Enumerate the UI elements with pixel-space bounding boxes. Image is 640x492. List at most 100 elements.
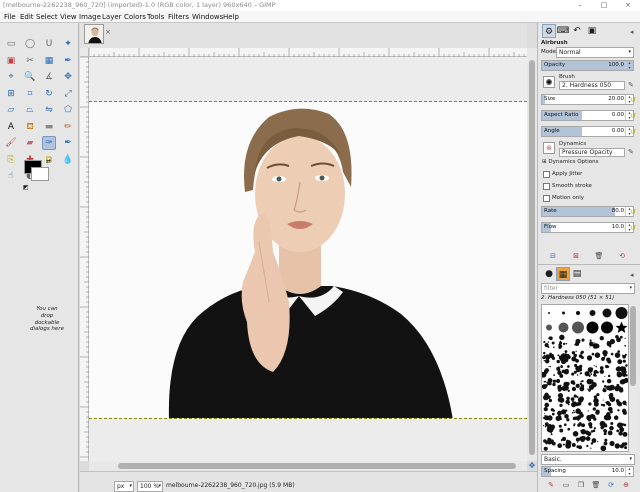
- brush-preview[interactable]: [543, 76, 555, 88]
- duplicate-brush-icon[interactable]: ❐: [576, 480, 586, 490]
- brushes-tab-icon[interactable]: ●: [542, 267, 556, 281]
- move-icon[interactable]: ✥: [61, 70, 75, 84]
- foreground-select-icon[interactable]: ▦: [42, 54, 56, 68]
- edit-brush-button-icon[interactable]: ✎: [546, 480, 556, 490]
- vertical-ruler[interactable]: [80, 56, 89, 461]
- flip-icon[interactable]: ⇋: [42, 103, 56, 117]
- reset-angle-icon[interactable]: ↺: [629, 128, 637, 136]
- brush-field[interactable]: 2. Hardness 050: [559, 81, 625, 90]
- edit-brush-icon[interactable]: ✎: [628, 81, 634, 89]
- canvas-area[interactable]: [89, 57, 527, 461]
- brush-tag-select[interactable]: Basic. ▾: [541, 454, 635, 465]
- navigate-icon[interactable]: ✥: [527, 461, 537, 471]
- measure-icon[interactable]: ∡: [42, 70, 56, 84]
- tab-close-icon[interactable]: ×: [105, 28, 115, 38]
- perspective-icon[interactable]: ⏢: [23, 103, 37, 117]
- menu-select[interactable]: Select: [36, 11, 58, 23]
- brush-scroll-thumb[interactable]: [630, 306, 636, 386]
- fuzzy-select-icon[interactable]: ✦: [61, 37, 75, 51]
- swap-colors-icon[interactable]: ⇄: [46, 158, 51, 165]
- undo-history-tab-icon[interactable]: ↶: [570, 24, 584, 38]
- rect-select-icon[interactable]: ▭: [4, 37, 18, 51]
- unit-select[interactable]: px ▾: [114, 481, 134, 492]
- dock-menu-icon[interactable]: ◂: [630, 28, 634, 36]
- reset-options-icon[interactable]: ⟲: [617, 251, 627, 261]
- refresh-brushes-icon[interactable]: ⟳: [606, 480, 616, 490]
- shear-icon[interactable]: ▱: [4, 103, 18, 117]
- images-tab-icon[interactable]: ▣: [585, 24, 599, 38]
- spin-icon[interactable]: ▴ ▾: [625, 466, 633, 476]
- cage-icon[interactable]: ⬠: [61, 103, 75, 117]
- maximize-button[interactable]: □: [592, 0, 616, 11]
- delete-brush-icon[interactable]: 🗑: [591, 480, 601, 490]
- aspect-ratio-slider[interactable]: Aspect Ratio 0.00 ▴ ▾: [541, 110, 634, 121]
- delete-options-icon[interactable]: 🗑: [594, 251, 604, 261]
- eraser-icon[interactable]: ▰: [23, 136, 37, 150]
- dynamics-field[interactable]: Pressure Opacity: [559, 148, 625, 157]
- brush-filter-select[interactable]: filter ▾: [541, 283, 635, 294]
- default-colors-icon[interactable]: ◩: [23, 184, 29, 191]
- zoom-icon[interactable]: 🔍: [23, 70, 37, 84]
- dynamics-options-expander[interactable]: ⊞ Dynamics Options: [542, 159, 598, 165]
- menu-windows[interactable]: Windows: [192, 11, 223, 23]
- new-brush-icon[interactable]: ▭: [561, 480, 571, 490]
- menu-file[interactable]: File: [4, 11, 16, 23]
- blend-icon[interactable]: ▬: [42, 120, 56, 134]
- spin-icon[interactable]: ▴ ▾: [625, 60, 633, 70]
- gradients-tab-icon[interactable]: ▤: [570, 267, 584, 281]
- brushes-menu-icon[interactable]: ◂: [630, 271, 634, 279]
- paths-icon[interactable]: ✒: [61, 54, 75, 68]
- image-canvas[interactable]: [89, 101, 527, 419]
- menu-colors[interactable]: Colors: [124, 11, 146, 23]
- brush-grid[interactable]: [541, 304, 629, 452]
- menu-edit[interactable]: Edit: [20, 11, 34, 23]
- smooth-stroke-checkbox[interactable]: [543, 183, 550, 190]
- scale-icon[interactable]: ⤢: [61, 87, 75, 101]
- motion-only-checkbox[interactable]: [543, 195, 550, 202]
- device-status-tab-icon[interactable]: ⌨: [556, 24, 570, 38]
- image-thumbnail[interactable]: [84, 24, 104, 44]
- color-picker-icon[interactable]: ⌖: [4, 70, 18, 84]
- scissors-icon[interactable]: ✂: [23, 54, 37, 68]
- horizontal-ruler[interactable]: [88, 48, 527, 57]
- save-options-icon[interactable]: ⊟: [548, 251, 558, 261]
- bucket-fill-icon[interactable]: ⛾: [23, 120, 37, 134]
- spacing-slider[interactable]: Spacing 10.0 ▴ ▾: [541, 466, 634, 477]
- color-select-icon[interactable]: ▣: [4, 54, 18, 68]
- opacity-slider[interactable]: Opacity 100.0 ▴ ▾: [541, 60, 634, 71]
- minimize-button[interactable]: –: [568, 0, 592, 11]
- clone-icon[interactable]: ⎘: [4, 153, 18, 167]
- tool-options-tab-icon[interactable]: ⚙: [542, 24, 556, 38]
- background-color-swatch[interactable]: [31, 167, 49, 181]
- reset-aspect-icon[interactable]: ↺: [629, 112, 637, 120]
- lasso-icon[interactable]: ᑌ: [42, 37, 56, 51]
- close-button[interactable]: ×: [616, 0, 640, 11]
- menu-tools[interactable]: Tools: [147, 11, 164, 23]
- horizontal-scroll-thumb[interactable]: [118, 463, 516, 469]
- reset-rate-icon[interactable]: ↺: [629, 208, 637, 216]
- ruler-corner[interactable]: [80, 48, 89, 57]
- mode-select[interactable]: Normal ▾: [556, 47, 634, 58]
- menu-layer[interactable]: Layer: [102, 11, 122, 23]
- pencil-icon[interactable]: ✏: [61, 120, 75, 134]
- menu-filters[interactable]: Filters: [168, 11, 189, 23]
- reset-size-icon[interactable]: ↺: [629, 96, 637, 104]
- blur-icon[interactable]: 💧: [61, 153, 75, 167]
- align-icon[interactable]: ⊞: [4, 87, 18, 101]
- size-slider[interactable]: Size 20.00 ▴ ▾: [541, 94, 634, 105]
- rotate-icon[interactable]: ↻: [42, 87, 56, 101]
- flow-slider[interactable]: Flow 10.0 ▴ ▾: [541, 222, 634, 233]
- apply-jitter-checkbox[interactable]: [543, 171, 550, 178]
- paintbrush-icon[interactable]: 🖌: [4, 136, 18, 150]
- menu-help[interactable]: Help: [223, 11, 239, 23]
- rate-slider[interactable]: Rate 80.0 ▴ ▾: [541, 206, 634, 217]
- open-brush-icon[interactable]: ⊕: [621, 480, 631, 490]
- dynamics-preview-icon[interactable]: ⊛: [543, 142, 555, 154]
- reset-flow-icon[interactable]: ↺: [629, 224, 637, 232]
- ellipse-select-icon[interactable]: ◯: [23, 37, 37, 51]
- text-icon[interactable]: A: [4, 120, 18, 134]
- patterns-tab-icon[interactable]: ▦: [556, 267, 570, 281]
- vertical-scroll-thumb[interactable]: [529, 60, 535, 455]
- edit-dynamics-icon[interactable]: ✎: [628, 148, 634, 156]
- angle-slider[interactable]: Angle 0.00 ▴ ▾: [541, 126, 634, 137]
